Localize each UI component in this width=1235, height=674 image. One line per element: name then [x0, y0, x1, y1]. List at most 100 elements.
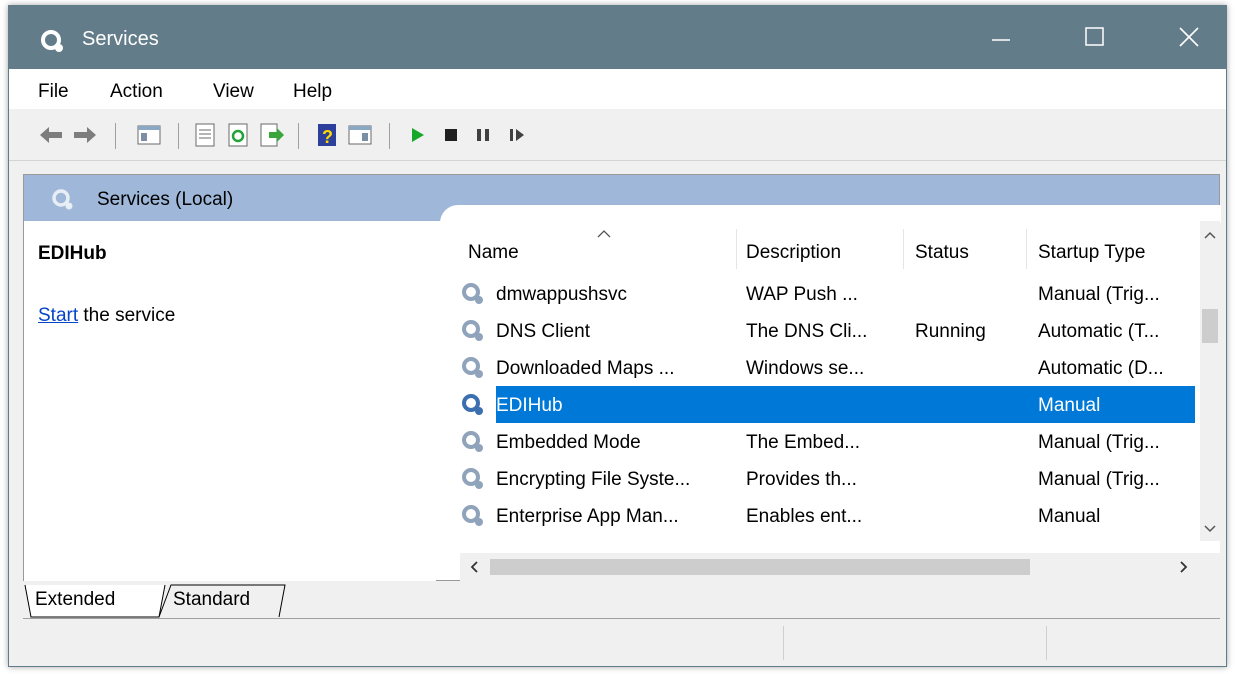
services-gear-icon — [52, 189, 73, 210]
cell-startup: Automatic (T... — [1038, 321, 1160, 342]
cell-description: Enables ent... — [746, 506, 863, 527]
start-service-link[interactable]: Start — [38, 305, 78, 326]
table-row[interactable]: DNS Client The DNS Cli... Running Automatic… — [460, 312, 1195, 349]
show-hide-console-tree-icon[interactable] — [135, 121, 163, 149]
maximize-button[interactable] — [1048, 6, 1142, 69]
toolbar-separator — [178, 123, 179, 149]
cell-name: Enterprise App Man... — [496, 506, 679, 527]
cell-name: DNS Client — [496, 321, 590, 342]
show-action-pane-icon[interactable] — [346, 121, 374, 149]
scroll-down-icon[interactable] — [1200, 521, 1220, 537]
list-tab-notch — [440, 205, 1221, 223]
column-header-status[interactable]: Status — [904, 225, 1026, 271]
minimize-icon — [992, 39, 1010, 41]
scroll-right-icon[interactable] — [1176, 557, 1192, 577]
column-header-label: Description — [746, 242, 842, 263]
cell-startup: Manual (Trig... — [1038, 469, 1160, 490]
help-icon[interactable]: ? — [313, 121, 341, 149]
menu-view[interactable]: View — [213, 81, 254, 103]
menu-bar: File Action View Help — [9, 69, 1226, 109]
column-header-description[interactable]: Description — [737, 225, 905, 271]
column-header-label: Startup Type — [1038, 242, 1146, 263]
cell-description: Provides th... — [746, 469, 857, 490]
content-frame: Services (Local) EDIHub Start the servic… — [23, 174, 1221, 581]
cell-name: Downloaded Maps ... — [496, 358, 675, 379]
column-header-label: Name — [468, 242, 519, 263]
scroll-left-icon[interactable] — [466, 557, 482, 577]
start-service-text: the service — [78, 305, 176, 326]
scroll-up-icon[interactable] — [1200, 227, 1220, 243]
cell-startup: Manual (Trig... — [1038, 432, 1160, 453]
toolbar: ? — [9, 109, 1226, 161]
details-pane: EDIHub Start the service — [24, 221, 436, 581]
table-row[interactable]: Encrypting File Syste... Provides th... Ma… — [460, 460, 1195, 497]
table-row[interactable]: Embedded Mode The Embed... Manual (Trig... — [460, 423, 1195, 460]
refresh-icon[interactable] — [224, 121, 252, 149]
minimize-button[interactable] — [954, 6, 1048, 69]
properties-icon[interactable] — [191, 121, 219, 149]
services-window: Services File Action View Help ? Service… — [8, 5, 1227, 667]
tab-label: Extended — [35, 589, 116, 610]
services-list[interactable]: Name Description Status Startup Type dmw… — [458, 225, 1220, 581]
cell-description: The Embed... — [746, 432, 861, 453]
column-header-startup-type[interactable]: Startup Type — [1027, 225, 1197, 271]
cell-name: Embedded Mode — [496, 432, 641, 453]
table-row[interactable]: EDIHub Manual — [458, 386, 1195, 423]
title-bar[interactable]: Services — [9, 6, 1226, 69]
service-gear-icon — [462, 283, 483, 304]
cell-startup: Manual — [1038, 395, 1101, 416]
cell-name: EDIHub — [496, 395, 563, 416]
close-button[interactable] — [1142, 6, 1235, 69]
service-gear-icon — [462, 320, 483, 341]
table-row[interactable]: dmwappushsvc WAP Push ... Manual (Trig... — [460, 275, 1195, 312]
start-service-icon[interactable] — [403, 121, 431, 149]
cell-startup: Automatic (D... — [1038, 358, 1164, 379]
export-list-icon[interactable] — [257, 121, 285, 149]
service-gear-icon — [462, 357, 483, 378]
close-icon — [1179, 27, 1199, 47]
sort-ascending-icon — [597, 230, 611, 238]
services-gear-icon — [41, 30, 63, 52]
cell-startup: Manual — [1038, 506, 1101, 527]
service-gear-icon — [462, 468, 483, 489]
selected-service-name: EDIHub — [38, 243, 107, 264]
maximize-icon — [1085, 27, 1104, 46]
cell-startup: Manual (Trig... — [1038, 284, 1160, 305]
stop-service-icon[interactable] — [437, 121, 465, 149]
menu-help[interactable]: Help — [293, 81, 332, 103]
svg-text:?: ? — [322, 127, 333, 147]
menu-file[interactable]: File — [38, 81, 69, 103]
horizontal-scroll-thumb[interactable] — [490, 559, 1030, 575]
resume-service-icon[interactable] — [502, 121, 530, 149]
cell-description: WAP Push ... — [746, 284, 858, 305]
service-gear-icon — [462, 394, 483, 415]
horizontal-scrollbar[interactable] — [460, 553, 1200, 581]
cell-name: dmwappushsvc — [496, 284, 627, 305]
view-tabs: Extended Standard — [23, 581, 1220, 619]
column-header-label: Status — [915, 242, 969, 263]
cell-description: The DNS Cli... — [746, 321, 868, 342]
vertical-scrollbar[interactable] — [1200, 221, 1220, 541]
toolbar-separator — [298, 123, 299, 149]
cell-name: Encrypting File Syste... — [496, 469, 691, 490]
table-row[interactable]: Enterprise App Man... Enables ent... Manua… — [460, 497, 1195, 534]
tab-standard[interactable]: Standard — [169, 581, 285, 617]
column-header-name[interactable]: Name — [460, 225, 736, 271]
table-row[interactable]: Downloaded Maps ... Windows se... Automati… — [460, 349, 1195, 386]
vertical-scroll-thumb[interactable] — [1202, 309, 1218, 343]
service-gear-icon — [462, 431, 483, 452]
scrollbar-corner — [1200, 553, 1220, 581]
tab-extended[interactable]: Extended — [31, 581, 159, 617]
back-icon[interactable] — [37, 121, 65, 149]
service-gear-icon — [462, 505, 483, 526]
pause-service-icon[interactable] — [469, 121, 497, 149]
toolbar-separator — [389, 123, 390, 149]
tab-label: Standard — [173, 589, 251, 610]
forward-icon[interactable] — [71, 121, 99, 149]
cell-description: Windows se... — [746, 358, 865, 379]
toolbar-separator — [115, 123, 116, 149]
menu-action[interactable]: Action — [110, 81, 163, 103]
status-divider — [783, 626, 784, 660]
cell-status: Running — [915, 321, 986, 342]
start-service-line: Start the service — [38, 305, 175, 327]
